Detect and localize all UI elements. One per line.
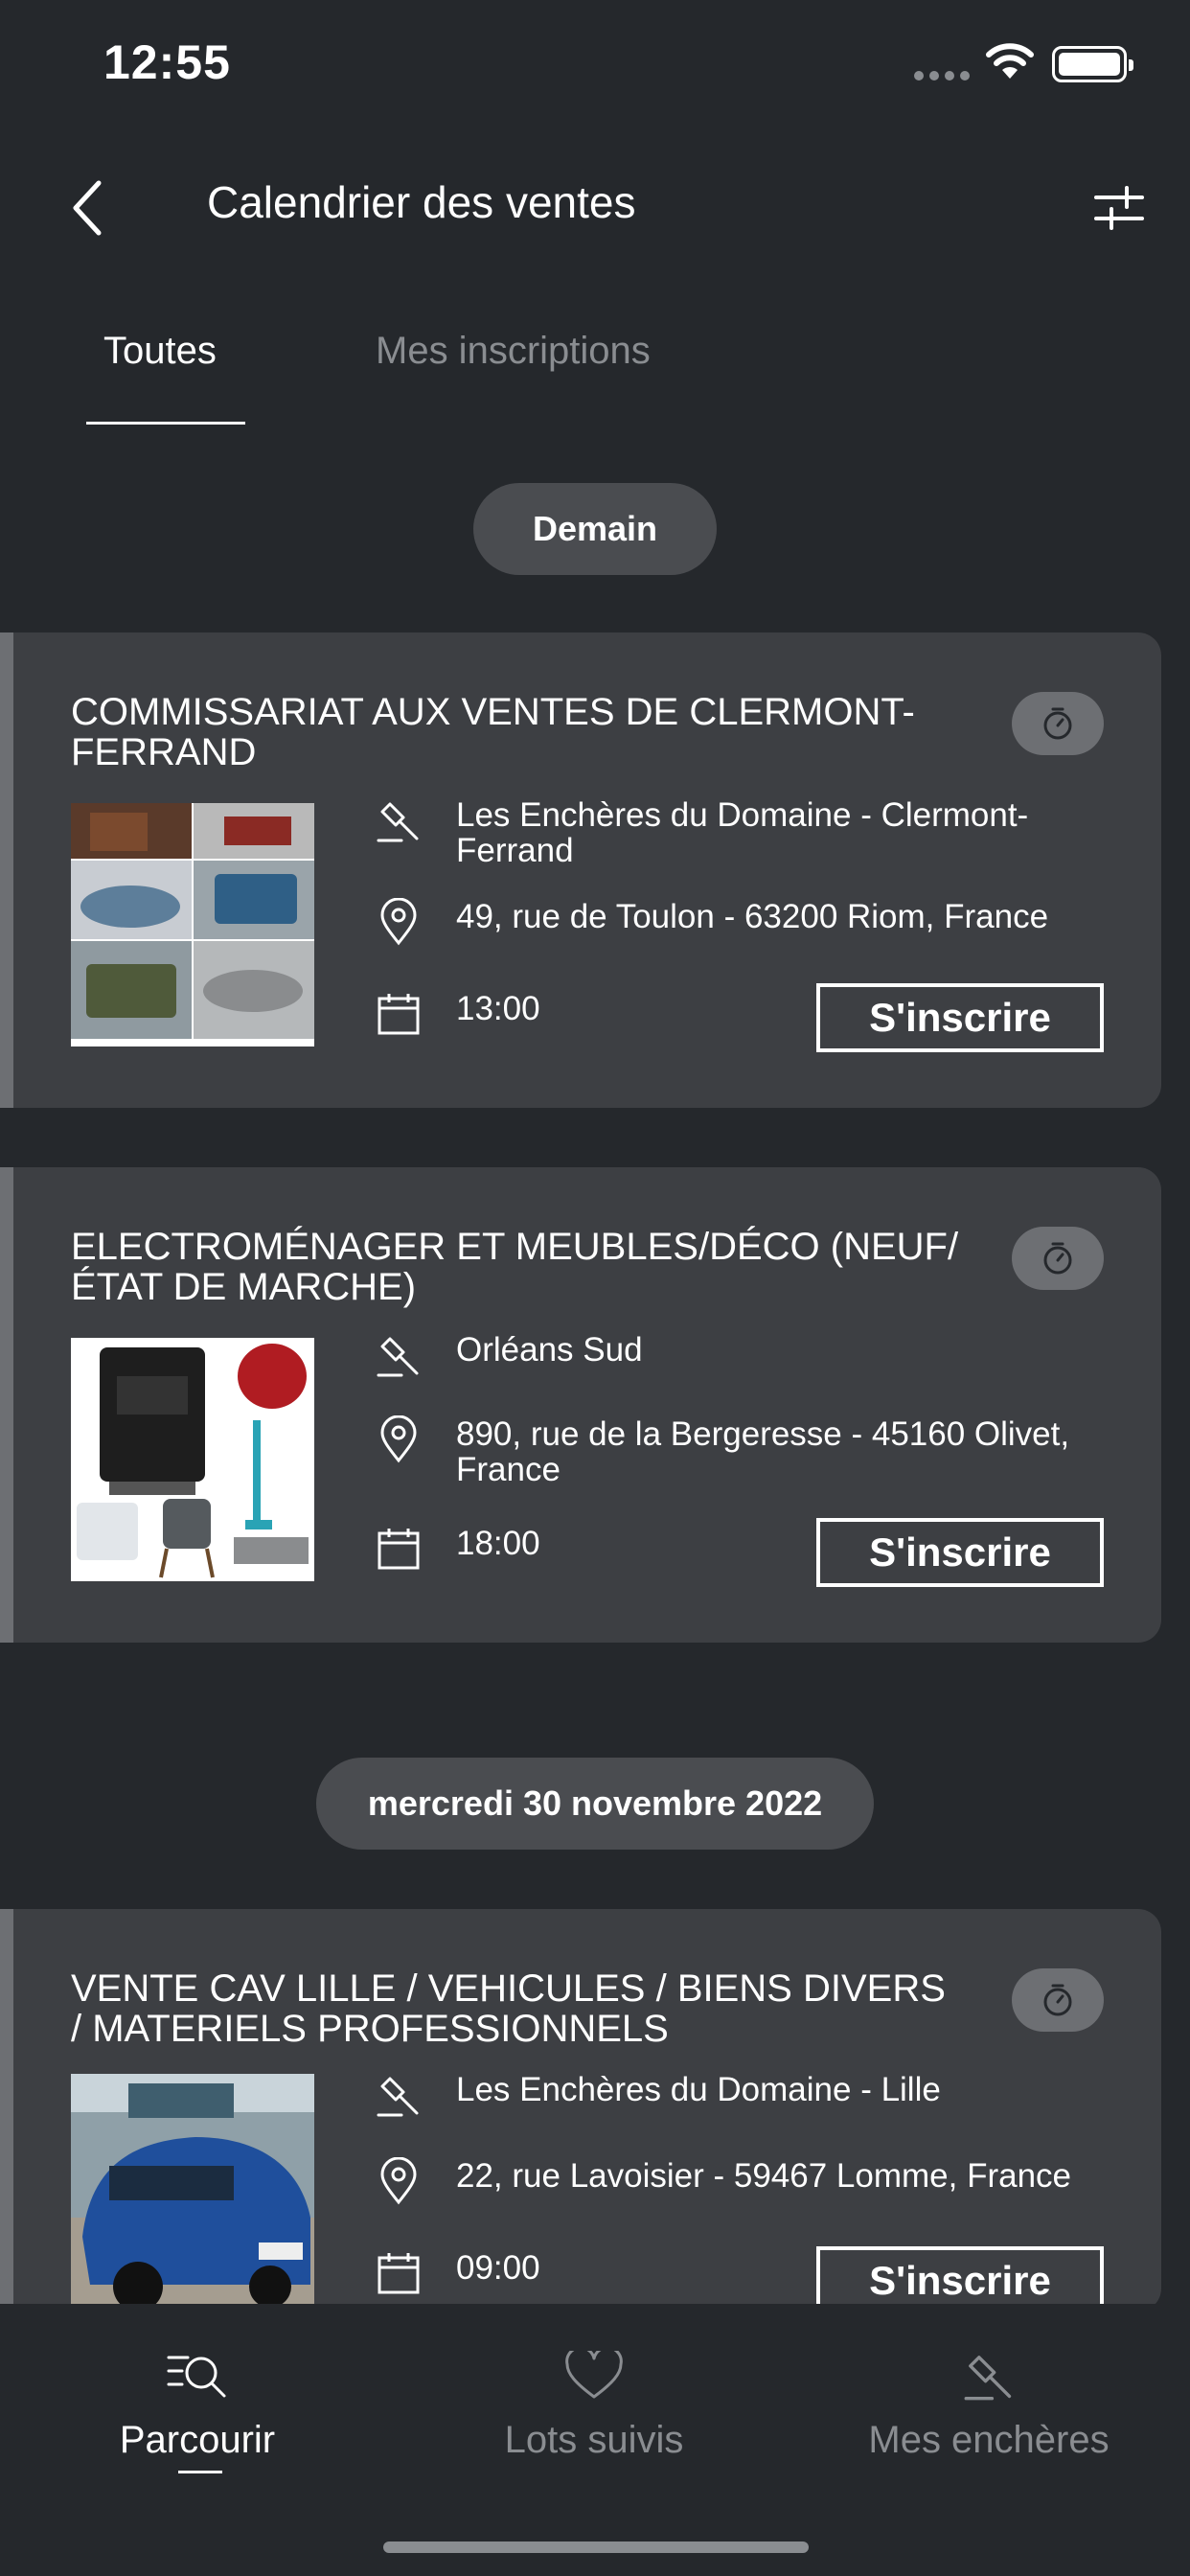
filter-button[interactable] xyxy=(1092,182,1146,236)
sliders-icon xyxy=(1094,186,1144,230)
nav-lots-suivis-label: Lots suivis xyxy=(504,2419,684,2461)
nav-header: Calendrier des ventes xyxy=(0,153,1190,259)
home-indicator xyxy=(383,2542,809,2553)
gavel-icon xyxy=(377,2077,419,2117)
back-button[interactable] xyxy=(57,174,115,242)
wifi-icon xyxy=(986,43,1034,79)
address-row: 22, rue Lavoisier - 59467 Lomme, France xyxy=(374,2156,1088,2206)
sale-address: 890, rue de la Bergeresse - 45160 Olivet… xyxy=(456,1415,1070,1488)
auction-house-row: Orléans Sud xyxy=(374,1330,1088,1380)
tab-bar: Toutes Mes inscriptions xyxy=(0,316,1190,426)
auction-house-row: Les Enchères du Domaine - Clermont-Ferra… xyxy=(374,795,1088,868)
sale-address: 49, rue de Toulon - 63200 Riom, France xyxy=(456,898,1049,935)
sale-thumbnail xyxy=(71,1338,314,1581)
location-pin-icon xyxy=(380,898,417,946)
nav-mes-encheres-label: Mes enchères xyxy=(868,2419,1110,2461)
heart-icon xyxy=(565,2351,623,2399)
sale-title: VENTE CAV LILLE / VEHICULES / BIENS DIVE… xyxy=(71,1967,946,2050)
active-tab-indicator xyxy=(86,422,245,425)
register-button[interactable]: S'inscrire xyxy=(816,2246,1104,2312)
nav-mes-encheres[interactable]: Mes enchères xyxy=(797,2342,1180,2462)
sale-title: COMMISSARIAT AUX VENTES DE CLERMONT-FERR… xyxy=(71,691,915,773)
address-row: 890, rue de la Bergeresse - 45160 Olivet… xyxy=(374,1414,1088,1487)
stopwatch-icon xyxy=(1043,707,1072,740)
calendar-icon xyxy=(378,1529,420,1570)
active-nav-indicator xyxy=(178,2471,222,2473)
timer-badge xyxy=(1012,1968,1104,2032)
gavel-icon xyxy=(377,802,419,842)
timer-badge xyxy=(1012,1227,1104,1290)
address-row: 49, rue de Toulon - 63200 Riom, France xyxy=(374,897,1088,947)
nav-parcourir-label: Parcourir xyxy=(119,2419,276,2461)
nav-parcourir[interactable]: Parcourir xyxy=(6,2342,389,2462)
location-pin-icon xyxy=(380,1415,417,1463)
sale-thumbnail xyxy=(71,2074,314,2312)
auction-house-name: Les Enchères du Domaine - Lille xyxy=(456,2071,941,2108)
timer-badge xyxy=(1012,692,1104,755)
date-group-chip: mercredi 30 novembre 2022 xyxy=(316,1758,874,1850)
status-bar: 12:55 xyxy=(0,0,1190,134)
sale-card[interactable]: ELECTROMÉNAGER ET MEUBLES/DÉCO (NEUF/ ÉT… xyxy=(0,1167,1161,1643)
tab-mes-inscriptions[interactable]: Mes inscriptions xyxy=(376,330,651,373)
gavel-icon xyxy=(964,2356,1012,2401)
cellular-signal-icon xyxy=(914,71,970,80)
nav-lots-suivis[interactable]: Lots suivis xyxy=(402,2342,786,2462)
calendar-icon xyxy=(378,2253,420,2294)
register-button[interactable]: S'inscrire xyxy=(816,983,1104,1052)
stopwatch-icon xyxy=(1043,1984,1072,2016)
bottom-tab-bar: Parcourir Lots suivis Mes enchères xyxy=(0,2304,1190,2576)
register-button[interactable]: S'inscrire xyxy=(816,1518,1104,1587)
auction-house-name: Les Enchères du Domaine - Clermont-Ferra… xyxy=(456,796,1029,869)
date-group-chip: Demain xyxy=(473,483,717,575)
sale-card[interactable]: COMMISSARIAT AUX VENTES DE CLERMONT-FERR… xyxy=(0,632,1161,1108)
battery-icon xyxy=(1052,46,1133,82)
sale-title: ELECTROMÉNAGER ET MEUBLES/DÉCO (NEUF/ ÉT… xyxy=(71,1226,959,1308)
sale-card[interactable]: VENTE CAV LILLE / VEHICULES / BIENS DIVE… xyxy=(0,1909,1161,2312)
calendar-icon xyxy=(378,994,420,1035)
browse-search-icon xyxy=(167,2356,226,2398)
gavel-icon xyxy=(377,1337,419,1377)
sale-thumbnail xyxy=(71,803,314,1046)
status-time: 12:55 xyxy=(103,35,231,89)
page-title: Calendrier des ventes xyxy=(207,177,636,227)
tab-toutes[interactable]: Toutes xyxy=(103,330,217,373)
auction-house-row: Les Enchères du Domaine - Lille xyxy=(374,2070,1088,2120)
auction-house-name: Orléans Sud xyxy=(456,1331,643,1368)
sale-address: 22, rue Lavoisier - 59467 Lomme, France xyxy=(456,2157,1071,2195)
stopwatch-icon xyxy=(1043,1242,1072,1275)
location-pin-icon xyxy=(380,2157,417,2205)
chevron-left-icon xyxy=(73,180,102,236)
